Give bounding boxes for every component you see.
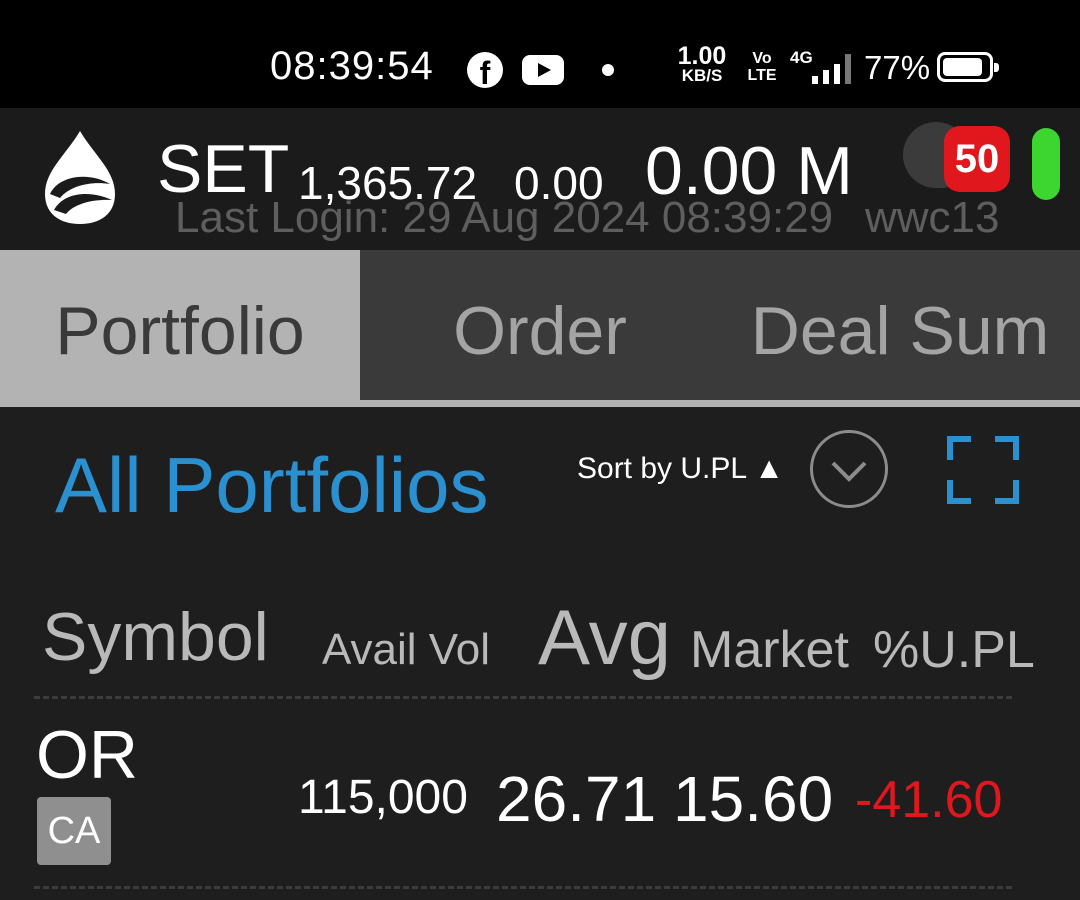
volte-top: Vo xyxy=(752,50,772,67)
row-market: 15.60 xyxy=(673,763,834,835)
market-header: SET 1,365.72 0.00 0.00 M Last Login: 29 … xyxy=(0,108,1080,250)
notification-badge[interactable]: 50 xyxy=(944,126,1010,192)
battery-fill xyxy=(943,58,982,76)
column-header-avg[interactable]: Avg xyxy=(538,592,671,683)
column-header-avail-vol[interactable]: Avail Vol xyxy=(322,625,490,675)
last-login: Last Login: 29 Aug 2024 08:39:29 xyxy=(175,193,834,242)
row-divider xyxy=(34,886,1012,889)
row-symbol[interactable]: OR xyxy=(36,716,138,794)
tab-bar: Portfolio Order Deal Sum xyxy=(0,250,1080,407)
battery-nub xyxy=(994,63,999,72)
column-header-market[interactable]: Market xyxy=(690,620,849,680)
network-speed-unit: KB/S xyxy=(681,66,723,85)
network-speed-value: 1.00 xyxy=(677,42,727,70)
row-avail-vol: 115,000 xyxy=(298,771,468,824)
signal-bar xyxy=(812,76,818,84)
corporate-action-badge: CA xyxy=(37,797,111,865)
tab-portfolio[interactable]: Portfolio xyxy=(0,250,360,400)
notification-dot-icon xyxy=(602,64,614,76)
tab-deal-sum[interactable]: Deal Sum xyxy=(720,250,1080,400)
app-logo-icon xyxy=(45,131,115,224)
network-type: 4G xyxy=(790,48,813,67)
connection-status-indicator xyxy=(1032,128,1060,200)
row-divider xyxy=(34,696,1012,699)
tab-order[interactable]: Order xyxy=(360,250,720,400)
facebook-icon: f xyxy=(467,52,503,88)
row-avg: 26.71 xyxy=(496,763,657,835)
volte-bottom: LTE xyxy=(747,67,777,84)
chevron-down-icon[interactable] xyxy=(810,430,888,508)
volte-icon: Vo LTE xyxy=(747,50,777,84)
sort-button[interactable]: Sort by U.PL ▲ xyxy=(577,452,784,486)
tab-underline xyxy=(0,400,1080,407)
portfolio-selector[interactable]: All Portfolios xyxy=(55,440,489,531)
status-bar: 08:39:54 f 1.00 KB/S Vo LTE 4G 77% xyxy=(0,0,1080,108)
signal-bar xyxy=(834,64,840,84)
signal-icon: 4G xyxy=(790,48,855,88)
column-header-symbol[interactable]: Symbol xyxy=(42,598,269,676)
row-upl: -41.60 xyxy=(855,771,1003,829)
youtube-icon xyxy=(522,55,564,85)
clock: 08:39:54 xyxy=(270,44,434,88)
battery-percent: 77% xyxy=(864,49,931,86)
signal-bar xyxy=(845,54,851,84)
user-id: wwc13 xyxy=(865,193,1000,242)
signal-bar xyxy=(823,70,829,84)
battery-icon xyxy=(937,52,999,82)
network-speed: 1.00 KB/S xyxy=(673,42,731,86)
fullscreen-icon[interactable] xyxy=(947,436,1019,504)
column-header-upl[interactable]: %U.PL xyxy=(873,620,1035,680)
